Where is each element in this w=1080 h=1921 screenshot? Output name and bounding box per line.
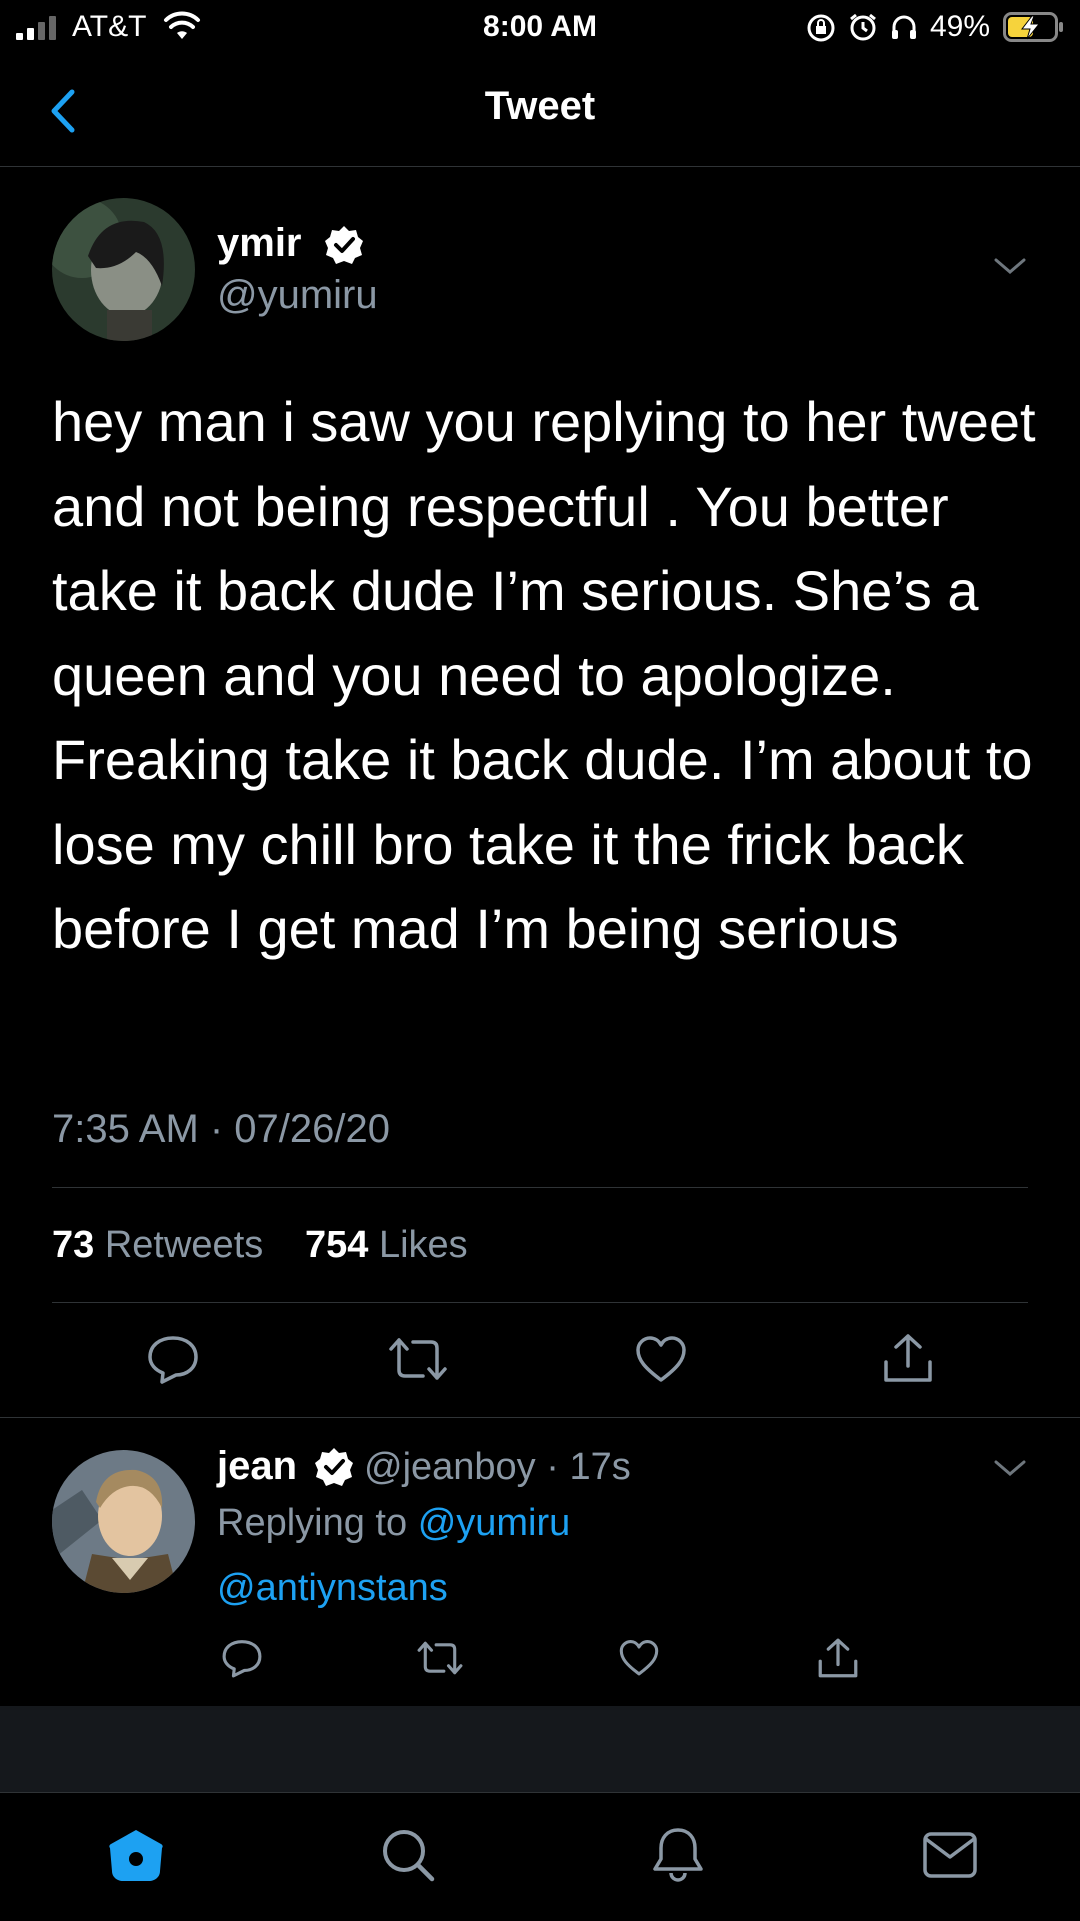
- search-icon: [383, 1830, 435, 1882]
- retweet-button[interactable]: [387, 1336, 449, 1382]
- tab-bar: [0, 1792, 1080, 1921]
- clock: 8:00 AM: [483, 10, 597, 43]
- retweets-stat[interactable]: 73 Retweets: [52, 1224, 263, 1267]
- tweet-text: hey man i saw you replying to her tweet …: [52, 390, 1036, 960]
- reply-button[interactable]: [146, 1334, 200, 1384]
- nav-bar: Tweet: [0, 54, 1080, 167]
- headphones-icon: [890, 13, 918, 46]
- mail-icon: [923, 1832, 977, 1878]
- chevron-down-icon: [994, 258, 1026, 274]
- reply-handle-text: @jeanboy: [364, 1446, 536, 1488]
- likes-label: Likes: [378, 1224, 468, 1266]
- share-icon: [818, 1638, 858, 1678]
- reply-time: · 17s: [546, 1446, 631, 1488]
- alarm-icon: [848, 12, 878, 47]
- avatar[interactable]: [52, 198, 195, 341]
- verified-badge-icon: [313, 1446, 355, 1493]
- reply-author-name[interactable]: jean: [217, 1444, 297, 1489]
- divider: [0, 1417, 1080, 1418]
- reply-reply-button[interactable]: [221, 1638, 263, 1678]
- likes-stat[interactable]: 754 Likes: [305, 1224, 468, 1267]
- author-handle[interactable]: @yumiru: [217, 273, 378, 318]
- tweet-options-button[interactable]: [992, 254, 1028, 283]
- reply-options-button[interactable]: [992, 1456, 1028, 1485]
- author-name[interactable]: ymir: [217, 221, 302, 266]
- battery-icon: [1003, 12, 1065, 47]
- tab-search[interactable]: [380, 1827, 436, 1888]
- avatar[interactable]: [52, 1450, 195, 1593]
- replying-to-line: Replying to @yumiru: [217, 1502, 570, 1545]
- share-icon: [884, 1334, 932, 1382]
- reply-retweet-button[interactable]: [416, 1640, 464, 1676]
- tab-messages[interactable]: [922, 1831, 978, 1884]
- chevron-down-icon: [994, 1460, 1026, 1476]
- rotation-lock-icon: [806, 13, 836, 48]
- tweet-timestamp[interactable]: 7:35 AM · 07/26/20: [52, 1107, 390, 1152]
- replying-to-label: Replying to: [217, 1502, 408, 1544]
- heart-icon: [636, 1336, 686, 1382]
- reply-share-button[interactable]: [817, 1637, 859, 1679]
- page-title: Tweet: [484, 84, 596, 128]
- reply-icon: [148, 1336, 198, 1384]
- heart-icon: [619, 1640, 659, 1676]
- reply-icon: [222, 1640, 262, 1678]
- status-bar: AT&T 8:00 AM 49%: [0, 0, 1080, 54]
- timeline-end-spacer: [0, 1706, 1080, 1792]
- divider: [52, 1302, 1028, 1303]
- reply-text[interactable]: @antiynstans: [217, 1567, 448, 1610]
- retweets-label: Retweets: [104, 1224, 264, 1266]
- bell-icon: [653, 1828, 703, 1882]
- verified-badge-icon: [323, 224, 365, 271]
- battery-percent: 49%: [930, 10, 991, 43]
- retweet-icon: [389, 1338, 447, 1380]
- share-button[interactable]: [882, 1332, 934, 1384]
- like-button[interactable]: [635, 1336, 687, 1384]
- tab-notifications[interactable]: [650, 1825, 706, 1888]
- retweets-count: 73: [52, 1224, 95, 1266]
- tab-home[interactable]: [107, 1827, 165, 1888]
- reply-author-handle[interactable]: @jeanboy · 17s: [364, 1446, 631, 1489]
- divider: [52, 1187, 1028, 1188]
- retweet-icon: [417, 1641, 463, 1675]
- likes-count: 754: [305, 1224, 369, 1266]
- replying-to-handle[interactable]: @yumiru: [418, 1502, 571, 1544]
- home-icon: [109, 1830, 163, 1881]
- reply-like-button[interactable]: [619, 1640, 659, 1677]
